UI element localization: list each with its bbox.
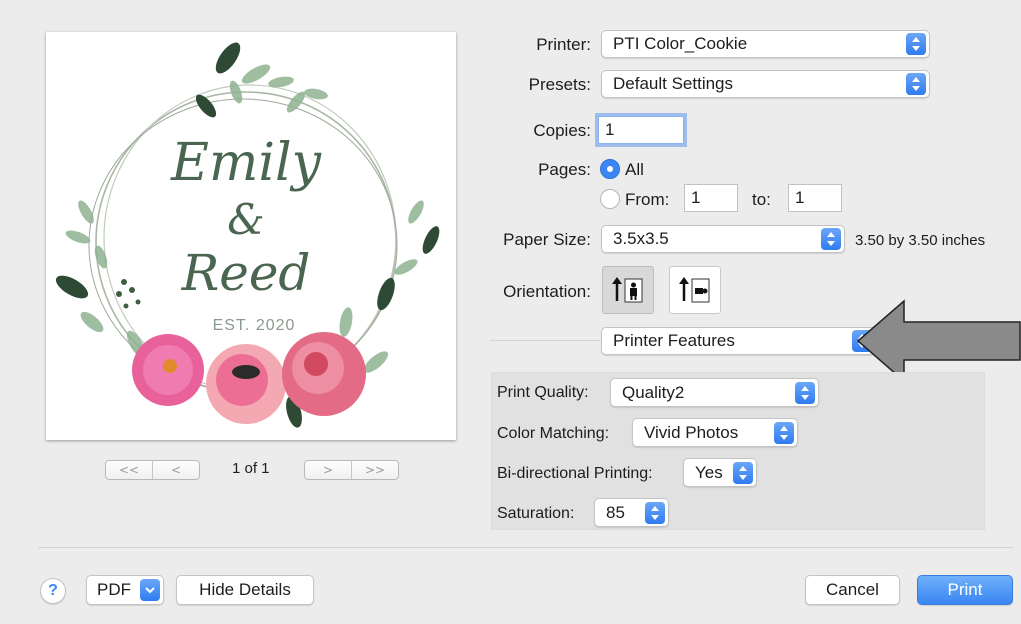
pages-all-radio[interactable]	[600, 159, 620, 179]
paper-size-value: 3.5x3.5	[613, 229, 669, 248]
saturation-stepper-icon	[645, 501, 665, 524]
couple-name-2: Reed	[181, 244, 311, 302]
copies-input[interactable]: 1	[598, 116, 684, 144]
bidirectional-select[interactable]: Yes	[683, 458, 757, 487]
pages-from-input[interactable]: 1	[684, 184, 738, 212]
wreath-artwork: Emily & Reed EST. 2020	[55, 42, 440, 428]
saturation-select[interactable]: 85	[594, 498, 669, 527]
paper-size-stepper-icon	[821, 228, 841, 250]
footer-divider	[38, 547, 1013, 548]
ampersand: &	[227, 195, 264, 244]
pages-to-label: to:	[752, 190, 771, 209]
pager-back-group: << <	[105, 460, 200, 480]
section-value: Printer Features	[613, 331, 735, 350]
help-button[interactable]: ?	[40, 578, 66, 604]
print-quality-label: Print Quality:	[497, 384, 589, 401]
print-quality-value: Quality2	[622, 382, 685, 402]
presets-label: Presets:	[528, 75, 591, 94]
saturation-value: 85	[606, 502, 625, 522]
next-page-button[interactable]: >	[305, 461, 351, 479]
printer-select[interactable]: PTI Color_Cookie	[601, 30, 930, 58]
bidirectional-value: Yes	[695, 462, 723, 482]
paper-size-description: 3.50 by 3.50 inches	[855, 232, 986, 249]
print-button[interactable]: Print	[917, 575, 1013, 605]
prev-page-button[interactable]: <	[152, 461, 199, 479]
presets-select[interactable]: Default Settings	[601, 70, 930, 98]
landscape-icon	[679, 277, 710, 303]
saturation-label: Saturation:	[497, 505, 575, 522]
copies-label: Copies:	[533, 121, 591, 140]
paper-size-label: Paper Size:	[503, 230, 591, 249]
color-matching-label: Color Matching:	[497, 425, 610, 442]
section-select[interactable]: Printer Features	[601, 327, 876, 355]
print-quality-select[interactable]: Quality2	[610, 378, 819, 407]
printer-label: Printer:	[536, 35, 591, 54]
pdf-label: PDF	[97, 580, 131, 599]
printer-stepper-icon	[906, 33, 926, 55]
pager-forward-group: > >>	[304, 460, 399, 480]
color-matching-value: Vivid Photos	[644, 422, 739, 442]
pages-from-radio[interactable]	[600, 189, 620, 209]
pages-all-label: All	[625, 160, 644, 179]
paper-size-select[interactable]: 3.5x3.5	[601, 225, 845, 253]
orientation-portrait-button[interactable]	[602, 266, 654, 314]
last-page-button[interactable]: >>	[351, 461, 398, 479]
pages-to-input[interactable]: 1	[788, 184, 842, 212]
print-preview: Emily & Reed EST. 2020	[46, 32, 456, 440]
bidirectional-stepper-icon	[733, 461, 753, 484]
print-quality-stepper-icon	[795, 381, 815, 404]
presets-value: Default Settings	[613, 74, 734, 93]
page-indicator: 1 of 1	[232, 460, 270, 477]
color-matching-select[interactable]: Vivid Photos	[632, 418, 798, 447]
section-divider-left	[490, 340, 600, 341]
pages-label: Pages:	[538, 160, 591, 179]
pages-from-label: From:	[625, 190, 670, 209]
pdf-menu-button[interactable]: PDF	[86, 575, 164, 605]
color-matching-stepper-icon	[774, 421, 794, 444]
portrait-icon	[612, 277, 643, 303]
est-year: EST. 2020	[213, 317, 296, 334]
cancel-button[interactable]: Cancel	[805, 575, 900, 605]
presets-stepper-icon	[906, 73, 926, 95]
chevron-down-icon	[140, 579, 160, 601]
first-page-button[interactable]: <<	[106, 461, 152, 479]
printer-value: PTI Color_Cookie	[613, 34, 748, 53]
bidirectional-label: Bi-directional Printing:	[497, 465, 653, 482]
orientation-label: Orientation:	[503, 282, 591, 301]
orientation-landscape-button[interactable]	[669, 266, 721, 314]
hide-details-button[interactable]: Hide Details	[176, 575, 314, 605]
couple-name-1: Emily	[170, 133, 322, 193]
